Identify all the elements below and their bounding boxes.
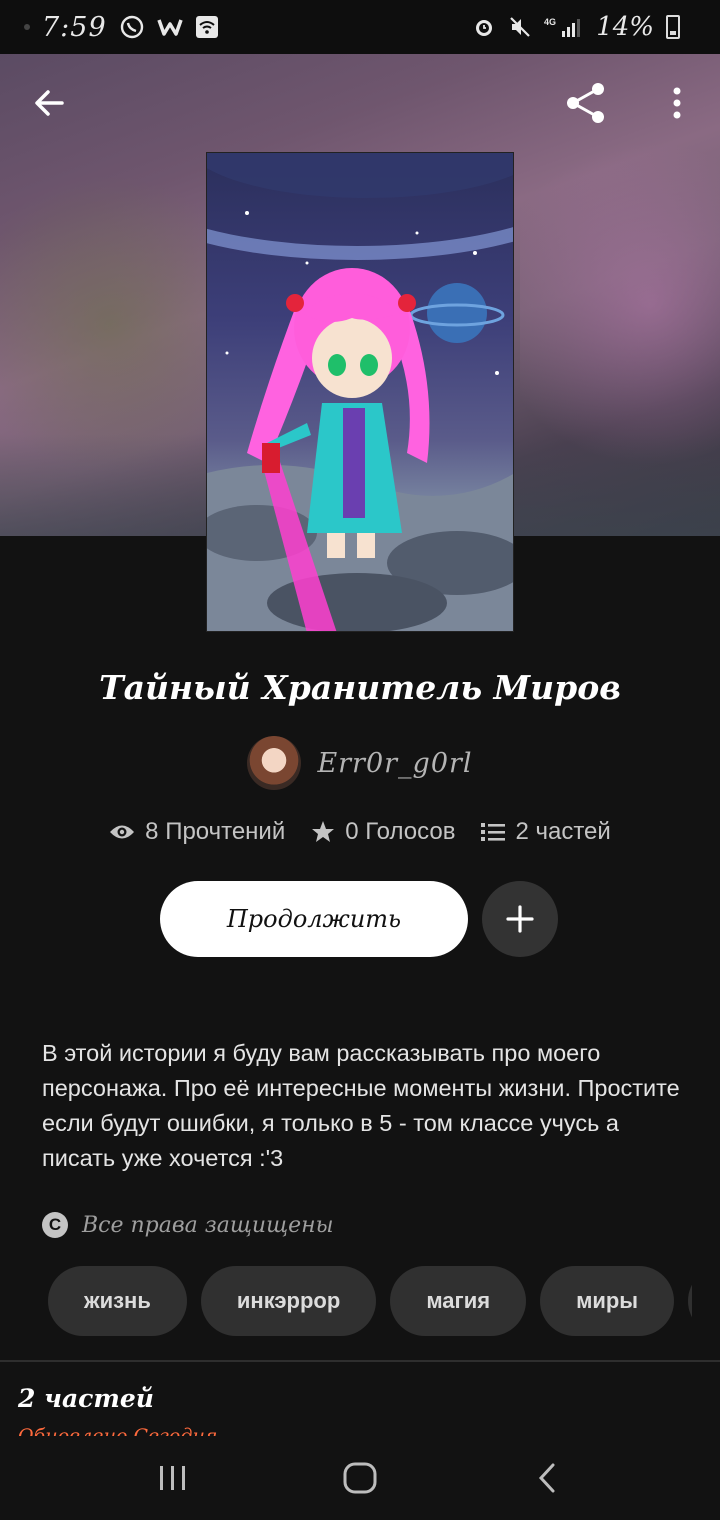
more-options-button[interactable] [652,78,702,128]
share-icon [567,83,604,123]
tag-chip[interactable] [688,1266,692,1336]
home-icon [343,1462,377,1494]
back-button[interactable] [24,78,74,128]
tag-chip[interactable]: жизнь [48,1266,187,1336]
reads-count: 8 Прочтений [145,818,286,845]
status-time: 7:59 [42,11,107,43]
alarm-icon [472,15,496,39]
reads-stat: 8 Прочтений [109,818,285,846]
add-to-library-button[interactable] [482,881,558,957]
battery-icon [666,15,680,39]
status-bar: 7:59 4G 14% [0,0,720,54]
copyright-text: Все права защищены [82,1212,334,1238]
story-cover-image[interactable] [206,152,514,632]
wattpad-icon [156,16,183,38]
notification-dot [24,24,30,30]
signal-icon: 4G [544,15,584,39]
parts-stat: 2 частей [481,818,611,846]
section-divider [0,1360,720,1362]
votes-count: 0 Голосов [345,818,456,845]
recent-apps-button[interactable] [143,1448,203,1508]
arrow-left-icon [35,90,64,116]
parts-section-title[interactable]: 2 частей [18,1384,154,1413]
more-vertical-icon [673,87,681,119]
tag-chip[interactable]: миры [540,1266,675,1336]
viber-icon [119,14,145,40]
battery-percent: 14% [596,12,654,42]
wifi-box-icon [195,15,219,39]
chevron-left-icon [538,1463,555,1493]
svg-text:4G: 4G [544,17,556,27]
recent-apps-icon [160,1466,186,1490]
tag-chip[interactable]: инкэррор [200,1266,377,1336]
list-icon [481,823,506,841]
author-name[interactable]: Err0r_g0rl [317,748,472,779]
author-row[interactable]: Err0r_g0rl [0,736,720,790]
author-avatar[interactable] [247,736,302,790]
share-button[interactable] [561,78,611,128]
system-nav-bar [0,1436,720,1520]
story-title: Тайный Хранитель Миров [99,668,621,707]
story-stats: 8 Прочтений 0 Голосов 2 частей [0,818,720,846]
back-nav-button[interactable] [517,1448,577,1508]
parts-count: 2 частей [515,818,611,845]
home-button[interactable] [330,1448,390,1508]
copyright-icon: C [42,1212,68,1238]
tag-list: жизнь инкэррор магия миры [48,1266,692,1336]
eye-icon [110,825,135,839]
copyright-row: C Все права защищены [42,1212,334,1238]
mute-icon [508,15,532,39]
votes-stat: 0 Голосов [311,818,455,846]
story-description: В этой истории я буду вам рассказывать п… [42,1040,680,1171]
updated-label: Обновлено Сегодня [18,1425,218,1436]
star-icon [312,821,335,842]
continue-reading-button[interactable]: Продолжить [160,881,468,957]
plus-icon [506,905,534,933]
tag-chip[interactable]: магия [390,1266,527,1336]
